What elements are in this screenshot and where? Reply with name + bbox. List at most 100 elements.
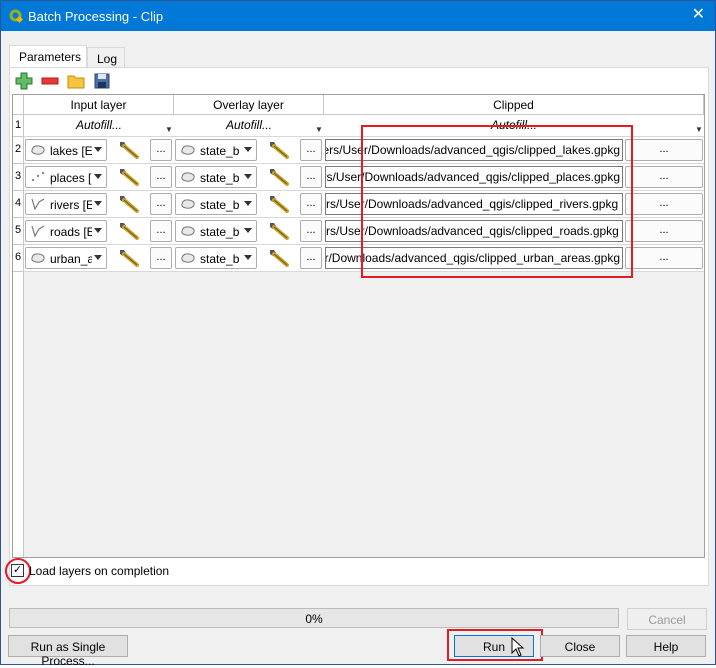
polygon-icon xyxy=(181,199,195,209)
output-browse-button[interactable]: ... xyxy=(625,220,703,242)
chevron-down-icon xyxy=(244,147,252,152)
open-folder-icon[interactable] xyxy=(67,72,85,90)
overlay-layer-combo[interactable]: state_b xyxy=(175,247,257,269)
overlay-layer-value: state_b xyxy=(200,225,240,239)
row-number: 4 xyxy=(13,191,24,218)
column-header-overlay-layer[interactable]: Overlay layer xyxy=(174,95,324,115)
chevron-down-icon xyxy=(94,255,102,260)
chevron-down-icon xyxy=(244,255,252,260)
chevron-down-icon xyxy=(244,228,252,233)
autofill-overlay-layer[interactable]: Autofill... xyxy=(174,118,324,132)
wrench-icon[interactable] xyxy=(115,165,141,187)
cancel-button[interactable]: Cancel xyxy=(627,608,707,630)
overlay-layer-combo[interactable]: state_b xyxy=(175,139,257,161)
input-layer-combo[interactable]: lakes [E xyxy=(25,139,107,161)
overlay-layer-browse-button[interactable]: ... xyxy=(300,247,322,269)
polygon-icon xyxy=(31,253,45,263)
overlay-layer-value: state_b xyxy=(200,198,240,212)
overlay-layer-value: state_b xyxy=(200,144,240,158)
wrench-icon[interactable] xyxy=(115,246,141,268)
add-row-icon[interactable] xyxy=(15,72,33,90)
remove-row-icon[interactable] xyxy=(41,72,59,90)
input-layer-combo[interactable]: places [ xyxy=(25,166,107,188)
output-browse-button[interactable]: ... xyxy=(625,139,703,161)
close-window-icon[interactable]: ✕ xyxy=(692,6,705,24)
input-layer-browse-button[interactable]: ... xyxy=(150,166,172,188)
chevron-down-icon xyxy=(244,201,252,206)
output-browse-button[interactable]: ... xyxy=(625,193,703,215)
autofill-input-layer[interactable]: Autofill... xyxy=(24,118,174,132)
row-number: 1 xyxy=(13,115,24,137)
wrench-icon[interactable] xyxy=(265,165,291,187)
chevron-down-icon xyxy=(94,201,102,206)
column-header-input-layer[interactable]: Input layer xyxy=(24,95,174,115)
wrench-icon[interactable] xyxy=(265,246,291,268)
mouse-cursor-icon xyxy=(511,637,525,657)
column-header-clipped[interactable]: Clipped xyxy=(324,95,704,115)
load-layers-label: Load layers on completion xyxy=(29,564,170,578)
chevron-down-icon xyxy=(94,174,102,179)
chevron-down-icon xyxy=(244,174,252,179)
input-layer-browse-button[interactable]: ... xyxy=(150,220,172,242)
input-layer-browse-button[interactable]: ... xyxy=(150,139,172,161)
wrench-icon[interactable] xyxy=(265,192,291,214)
wrench-icon[interactable] xyxy=(265,138,291,160)
chevron-down-icon xyxy=(94,147,102,152)
input-layer-combo[interactable]: roads [E xyxy=(25,220,107,242)
close-button[interactable]: Close xyxy=(540,635,620,657)
input-layer-browse-button[interactable]: ... xyxy=(150,193,172,215)
input-layer-value: places [ xyxy=(50,171,92,185)
batch-processing-window: Batch Processing - Clip ✕ Parameters Log… xyxy=(0,0,716,668)
highlight-box-outputs xyxy=(361,125,633,278)
polygon-icon xyxy=(31,145,45,155)
line-icon xyxy=(31,225,45,237)
input-layer-value: roads [E xyxy=(50,225,92,239)
input-layer-value: rivers [E xyxy=(50,198,92,212)
overlay-layer-value: state_b xyxy=(200,252,240,266)
chevron-down-icon[interactable]: ▼ xyxy=(315,125,323,134)
input-layer-value: urban_a xyxy=(50,252,92,266)
load-layers-checkbox[interactable]: ✓ xyxy=(11,564,24,577)
chevron-down-icon xyxy=(94,228,102,233)
overlay-layer-combo[interactable]: state_b xyxy=(175,193,257,215)
overlay-layer-browse-button[interactable]: ... xyxy=(300,139,322,161)
overlay-layer-value: state_b xyxy=(200,171,240,185)
output-browse-button[interactable]: ... xyxy=(625,166,703,188)
chevron-down-icon[interactable]: ▼ xyxy=(695,125,703,134)
row-number: 5 xyxy=(13,218,24,245)
polygon-icon xyxy=(181,226,195,236)
title-bar: Batch Processing - Clip ✕ xyxy=(1,1,715,31)
overlay-layer-combo[interactable]: state_b xyxy=(175,220,257,242)
progress-bar: 0% xyxy=(9,608,619,628)
run-single-process-button[interactable]: Run as Single Process... xyxy=(8,635,128,668)
row-header-empty xyxy=(13,272,24,557)
qgis-logo-icon xyxy=(9,9,24,24)
line-icon xyxy=(31,198,45,210)
wrench-icon[interactable] xyxy=(115,192,141,214)
input-layer-value: lakes [E xyxy=(50,144,92,158)
overlay-layer-browse-button[interactable]: ... xyxy=(300,193,322,215)
wrench-icon[interactable] xyxy=(115,138,141,160)
window-title: Batch Processing - Clip xyxy=(28,9,164,24)
row-number: 2 xyxy=(13,137,24,164)
wrench-icon[interactable] xyxy=(115,219,141,241)
tab-log[interactable]: Log xyxy=(87,47,125,67)
chevron-down-icon[interactable]: ▼ xyxy=(165,125,173,134)
point-icon xyxy=(31,171,45,182)
wrench-icon[interactable] xyxy=(265,219,291,241)
input-layer-combo[interactable]: rivers [E xyxy=(25,193,107,215)
help-button[interactable]: Help xyxy=(626,635,706,657)
overlay-layer-combo[interactable]: state_b xyxy=(175,166,257,188)
tab-parameters[interactable]: Parameters xyxy=(9,45,87,69)
polygon-icon xyxy=(181,145,195,155)
input-layer-browse-button[interactable]: ... xyxy=(150,247,172,269)
overlay-layer-browse-button[interactable]: ... xyxy=(300,220,322,242)
output-browse-button[interactable]: ... xyxy=(625,247,703,269)
polygon-icon xyxy=(181,253,195,263)
corner-header xyxy=(13,95,24,115)
input-layer-combo[interactable]: urban_a xyxy=(25,247,107,269)
row-number: 6 xyxy=(13,245,24,272)
save-icon[interactable] xyxy=(93,72,111,90)
overlay-layer-browse-button[interactable]: ... xyxy=(300,166,322,188)
row-number: 3 xyxy=(13,164,24,191)
